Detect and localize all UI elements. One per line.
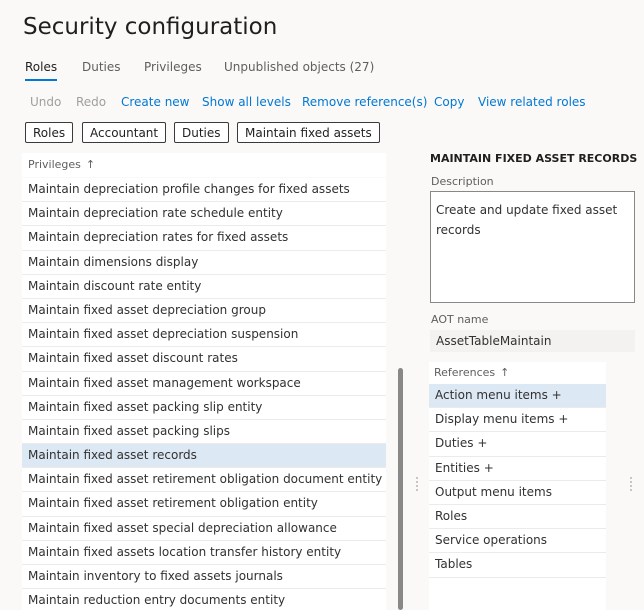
remove-reference-button[interactable]: Remove reference(s) [302,95,427,109]
reference-row[interactable]: Roles [429,504,606,530]
detail-title: MAINTAIN FIXED ASSET RECORDS [430,152,638,165]
reference-row[interactable]: Output menu items [429,480,606,505]
privilege-row[interactable]: Maintain dimensions display [22,250,386,275]
reference-row[interactable]: Tables [429,553,606,578]
show-all-levels-button[interactable]: Show all levels [202,95,291,109]
aot-name-field: AssetTableMaintain [430,330,635,352]
privileges-column-header[interactable]: Privileges ↑ [22,153,386,177]
privilege-row[interactable]: Maintain fixed asset depreciation suspen… [22,323,386,348]
privilege-row[interactable]: Maintain fixed asset retirement obligati… [22,468,386,493]
reference-row[interactable]: Duties + [429,432,606,457]
references-header-label: References [434,366,496,379]
privilege-row[interactable]: Maintain depreciation rate schedule enti… [22,202,386,227]
tab-privileges[interactable]: Privileges [144,60,202,74]
description-field[interactable]: Create and update fixed asset records [430,191,635,303]
privilege-row[interactable]: Maintain fixed asset retirement obligati… [22,492,386,517]
privilege-row[interactable]: Maintain discount rate entity [22,274,386,299]
privilege-row[interactable]: Maintain fixed asset special depreciatio… [22,516,386,541]
privilege-row[interactable]: Maintain fixed asset records [22,444,386,469]
active-tab-indicator [25,79,57,81]
sort-ascending-icon: ↑ [85,158,96,171]
privileges-header-label: Privileges [28,158,81,171]
privilege-row[interactable]: Maintain fixed assets location transfer … [22,540,386,565]
splitter-grip-right-icon[interactable] [630,477,632,491]
view-related-roles-button[interactable]: View related roles [478,95,586,109]
privilege-row[interactable]: Maintain fixed asset discount rates [22,347,386,372]
privileges-list: Maintain depreciation profile changes fo… [22,178,386,610]
copy-button[interactable]: Copy [434,95,464,109]
aot-name-label: AOT name [431,313,489,326]
page-title: Security configuration [23,14,278,40]
privilege-row[interactable]: Maintain fixed asset packing slip entity [22,395,386,420]
reference-row[interactable]: Service operations [429,529,606,554]
tab-duties[interactable]: Duties [82,60,121,74]
privilege-row[interactable]: Maintain fixed asset packing slips [22,419,386,445]
privilege-row[interactable]: Maintain fixed asset management workspac… [22,371,386,396]
privilege-row[interactable]: Maintain depreciation rates for fixed as… [22,226,386,251]
reference-row[interactable]: Display menu items + [429,408,606,433]
undo-button[interactable]: Undo [30,95,61,109]
privileges-scrollbar-thumb[interactable] [398,368,403,610]
description-label: Description [431,175,494,188]
privilege-row[interactable]: Maintain depreciation profile changes fo… [22,178,386,203]
create-new-button[interactable]: Create new [121,95,190,109]
tab-roles[interactable]: Roles [25,60,57,74]
privilege-row[interactable]: Maintain inventory to fixed assets journ… [22,565,386,590]
splitter-grip-icon[interactable] [416,477,418,491]
reference-row[interactable]: Entities + [429,456,606,481]
references-empty-area [429,578,606,610]
breadcrumb-roles[interactable]: Roles [25,122,74,143]
breadcrumb-accountant[interactable]: Accountant [82,122,167,143]
references-list: Action menu items + Display menu items + D… [429,384,606,578]
tab-unpublished-objects[interactable]: Unpublished objects (27) [224,60,374,74]
reference-row[interactable]: Action menu items + [429,384,606,409]
privilege-row[interactable]: Maintain reduction entry documents entit… [22,589,386,610]
redo-button[interactable]: Redo [76,95,106,109]
sort-ascending-icon: ↑ [500,366,510,379]
privilege-row[interactable]: Maintain fixed asset depreciation group [22,298,386,324]
references-column-header[interactable]: References ↑ [429,362,606,384]
breadcrumb-maintain-fixed-assets[interactable]: Maintain fixed assets [237,122,380,143]
breadcrumb-duties[interactable]: Duties [174,122,229,143]
